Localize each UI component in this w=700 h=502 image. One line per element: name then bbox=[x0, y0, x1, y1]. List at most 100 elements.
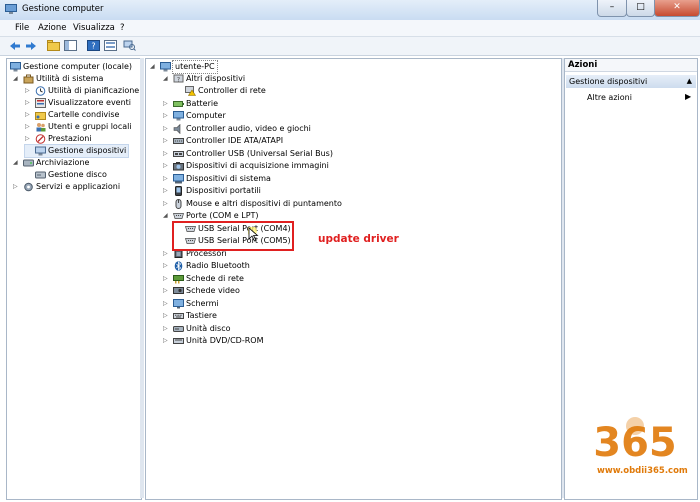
tree-item-label: Cartelle condivise bbox=[48, 110, 120, 119]
splitter-left[interactable] bbox=[140, 58, 144, 498]
expand-arrow-icon[interactable]: ▷ bbox=[163, 298, 171, 310]
shared-folder-icon bbox=[35, 112, 46, 120]
back-button[interactable] bbox=[8, 39, 22, 52]
show-hide-tree-button[interactable] bbox=[63, 39, 77, 52]
expand-arrow-icon[interactable]: ▷ bbox=[163, 123, 171, 135]
tree-item-utilita-di-sistema[interactable]: ◢ Utilità di sistema bbox=[13, 73, 138, 85]
device-category-computer[interactable]: ▷ Computer bbox=[163, 110, 363, 122]
device-category-audio[interactable]: ▷ Controller audio, video e giochi bbox=[163, 123, 363, 135]
tree-item-prestazioni[interactable]: ▷ Prestazioni bbox=[25, 133, 138, 145]
device-category-acquisizione-immagini[interactable]: ▷ Dispositivi di acquisizione immagini bbox=[163, 160, 403, 172]
tree-item-label: Servizi e applicazioni bbox=[36, 182, 121, 191]
collapse-up-icon[interactable]: ▲ bbox=[687, 75, 692, 88]
device-manager-icon bbox=[35, 146, 46, 156]
expand-arrow-icon[interactable]: ▷ bbox=[25, 97, 33, 109]
actions-section-gestione-dispositivi[interactable]: Gestione dispositivi ▲ bbox=[566, 75, 696, 88]
expand-arrow-icon[interactable]: ▷ bbox=[25, 85, 33, 97]
expand-arrow-icon[interactable]: ▷ bbox=[25, 109, 33, 121]
tree-item-utilita-pianificazione[interactable]: ▷ Utilità di pianificazione bbox=[25, 85, 140, 97]
device-category-altri-dispositivi[interactable]: ◢ ? Altri dispositivi bbox=[163, 73, 363, 85]
expand-arrow-icon[interactable]: ▷ bbox=[25, 133, 33, 145]
computer-icon bbox=[160, 62, 171, 72]
menu-visualizza[interactable]: Visualizza bbox=[73, 23, 115, 33]
device-category-portatili[interactable]: ▷ Dispositivi portatili bbox=[163, 185, 403, 197]
tree-item-label: Utilità di pianificazione bbox=[48, 86, 140, 95]
menu-azione[interactable]: Azione bbox=[38, 23, 66, 33]
device-category-dvd[interactable]: ▷ Unità DVD/CD-ROM bbox=[163, 335, 363, 347]
audio-icon bbox=[173, 124, 181, 134]
expand-arrow-icon[interactable]: ▷ bbox=[163, 160, 171, 172]
device-label: Controller di rete bbox=[198, 86, 266, 95]
device-category-sistema[interactable]: ▷ Dispositivi di sistema bbox=[163, 173, 403, 185]
expand-arrow-icon[interactable]: ▷ bbox=[163, 260, 171, 272]
expand-arrow-icon[interactable]: ▷ bbox=[163, 248, 171, 260]
collapse-arrow-icon[interactable]: ◢ bbox=[163, 73, 171, 85]
expand-arrow-icon[interactable]: ▷ bbox=[163, 185, 171, 197]
services-icon bbox=[24, 182, 33, 192]
expand-arrow-icon[interactable]: ▷ bbox=[163, 110, 171, 122]
device-category-schermi[interactable]: ▷ Schermi bbox=[163, 298, 363, 310]
expand-arrow-icon[interactable]: ▷ bbox=[163, 323, 171, 335]
maximize-button[interactable]: □ bbox=[626, 0, 655, 17]
properties-button[interactable] bbox=[103, 39, 117, 52]
device-category-schede-di-rete[interactable]: ▷ Schede di rete bbox=[163, 273, 363, 285]
close-button[interactable]: ✕ bbox=[654, 0, 700, 17]
users-icon bbox=[36, 123, 46, 132]
tree-item-gestione-dispositivi[interactable]: Gestione dispositivi bbox=[24, 144, 129, 158]
expand-arrow-icon[interactable]: ▷ bbox=[163, 310, 171, 322]
device-category-usb[interactable]: ▷ Controller USB (Universal Serial Bus) bbox=[163, 148, 403, 160]
device-category-tastiere[interactable]: ▷ Tastiere bbox=[163, 310, 363, 322]
minimize-button[interactable]: – bbox=[597, 0, 627, 17]
tree-item-servizi-applicazioni[interactable]: ▷ Servizi e applicazioni bbox=[13, 181, 138, 193]
mouse-cursor-icon bbox=[248, 227, 259, 242]
performance-icon bbox=[35, 134, 46, 144]
system-device-icon bbox=[173, 174, 184, 184]
computer-icon bbox=[173, 111, 184, 121]
collapse-arrow-icon[interactable]: ◢ bbox=[163, 210, 171, 222]
expand-arrow-icon[interactable]: ▷ bbox=[163, 273, 171, 285]
expand-arrow-icon[interactable]: ▷ bbox=[13, 181, 21, 193]
device-category-bluetooth[interactable]: ▷ Radio Bluetooth bbox=[163, 260, 363, 272]
expand-arrow-icon[interactable]: ▷ bbox=[163, 285, 171, 297]
tree-item-gestione-computer[interactable]: Gestione computer (locale) bbox=[10, 61, 138, 73]
altre-azioni-link[interactable]: Altre azioni bbox=[587, 93, 632, 102]
tree-item-utenti-gruppi[interactable]: ▷ Utenti e gruppi locali bbox=[25, 121, 138, 133]
tools-icon bbox=[23, 74, 34, 84]
device-controller-di-rete[interactable]: Controller di rete bbox=[175, 85, 375, 97]
device-tree-panel: ◢ utente-PC ◢ ? Altri dispositivi Contro… bbox=[145, 58, 562, 500]
scan-hardware-button[interactable] bbox=[122, 39, 136, 52]
tree-item-visualizzatore-eventi[interactable]: ▷ Visualizzatore eventi bbox=[25, 97, 138, 109]
submenu-arrow-icon[interactable]: ▶ bbox=[685, 92, 691, 101]
tree-item-gestione-disco[interactable]: Gestione disco bbox=[25, 169, 138, 181]
forward-button[interactable] bbox=[24, 39, 38, 52]
actions-header: Azioni bbox=[565, 59, 697, 72]
clock-icon bbox=[35, 86, 46, 96]
expand-arrow-icon[interactable]: ▷ bbox=[163, 148, 171, 160]
mouse-icon bbox=[175, 199, 182, 209]
collapse-arrow-icon[interactable]: ◢ bbox=[150, 61, 158, 73]
expand-arrow-icon[interactable]: ▷ bbox=[163, 173, 171, 185]
up-folder-button[interactable] bbox=[46, 39, 60, 52]
expand-arrow-icon[interactable]: ▷ bbox=[163, 335, 171, 347]
expand-arrow-icon[interactable]: ▷ bbox=[25, 121, 33, 133]
device-category-ide[interactable]: ▷ Controller IDE ATA/ATAPI bbox=[163, 135, 363, 147]
device-category-batterie[interactable]: ▷ Batterie bbox=[163, 98, 363, 110]
collapse-arrow-icon[interactable]: ◢ bbox=[13, 73, 21, 85]
device-category-schede-video[interactable]: ▷ Schede video bbox=[163, 285, 363, 297]
device-category-mouse[interactable]: ▷ Mouse e altri dispositivi di puntament… bbox=[163, 198, 423, 210]
menu-file[interactable]: File bbox=[15, 23, 29, 33]
collapse-arrow-icon[interactable]: ◢ bbox=[13, 157, 21, 169]
expand-arrow-icon[interactable]: ▷ bbox=[163, 98, 171, 110]
help-button[interactable]: ? bbox=[86, 39, 100, 52]
device-category-label: Dispositivi di sistema bbox=[186, 174, 271, 183]
tree-item-archiviazione[interactable]: ◢ Archiviazione bbox=[13, 157, 138, 169]
expand-arrow-icon[interactable]: ▷ bbox=[163, 135, 171, 147]
device-category-unita-disco[interactable]: ▷ Unità disco bbox=[163, 323, 363, 335]
menu-bar: File Azione Visualizza ? bbox=[0, 20, 700, 37]
tree-item-cartelle-condivise[interactable]: ▷ Cartelle condivise bbox=[25, 109, 138, 121]
watermark-url: www.obdii365.com bbox=[597, 466, 688, 476]
menu-help[interactable]: ? bbox=[120, 23, 125, 33]
device-root[interactable]: ◢ utente-PC bbox=[150, 60, 350, 74]
computer-management-icon bbox=[10, 62, 21, 72]
expand-arrow-icon[interactable]: ▷ bbox=[163, 198, 171, 210]
